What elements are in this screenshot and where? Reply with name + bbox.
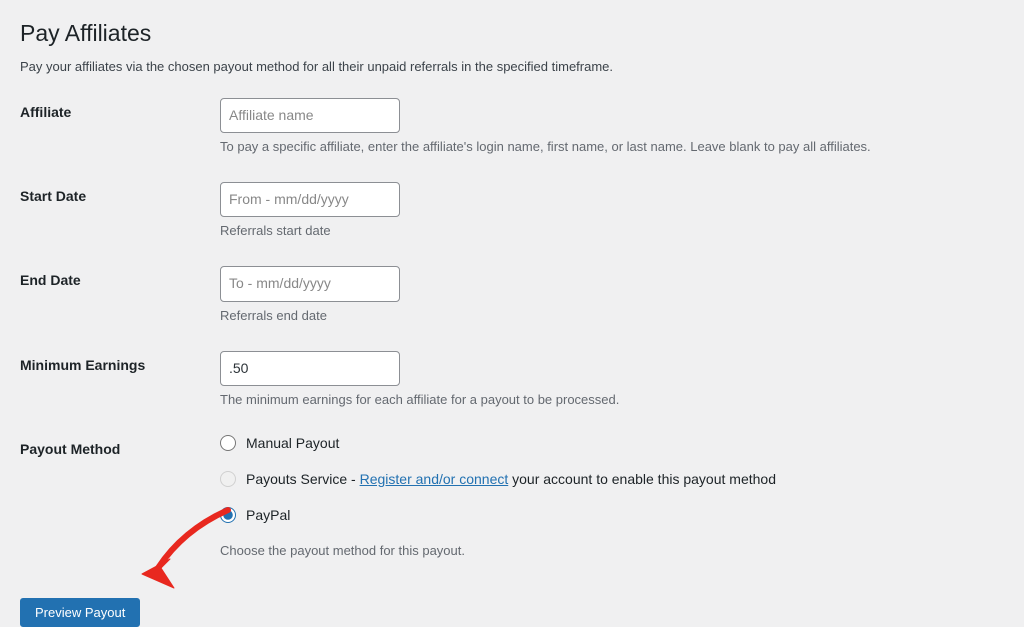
minimum-earnings-description: The minimum earnings for each affiliate … [220,392,1004,407]
affiliate-input[interactable] [220,98,400,133]
payouts-service-suffix: your account to enable this payout metho… [508,471,776,487]
radio-disabled-icon [220,471,236,487]
payouts-service-link[interactable]: Register and/or connect [360,471,509,487]
start-date-input[interactable] [220,182,400,217]
affiliate-description: To pay a specific affiliate, enter the a… [220,139,1004,154]
radio-payouts-service: Payouts Service - Register and/or connec… [220,471,1004,487]
preview-payout-button[interactable]: Preview Payout [20,598,140,627]
radio-manual-input[interactable] [220,435,236,451]
radio-manual-label: Manual Payout [246,435,339,451]
minimum-earnings-label: Minimum Earnings [20,351,220,373]
end-date-input[interactable] [220,266,400,301]
radio-paypal-label: PayPal [246,507,290,523]
affiliate-label: Affiliate [20,98,220,120]
payouts-service-prefix: Payouts Service - [246,471,360,487]
payout-method-label: Payout Method [20,435,220,457]
radio-paypal[interactable]: PayPal [220,507,1004,523]
payout-method-description: Choose the payout method for this payout… [220,543,1004,558]
radio-paypal-input[interactable] [220,507,236,523]
radio-manual-payout[interactable]: Manual Payout [220,435,1004,451]
page-title: Pay Affiliates [20,20,1004,47]
start-date-description: Referrals start date [220,223,1004,238]
end-date-label: End Date [20,266,220,288]
start-date-label: Start Date [20,182,220,204]
end-date-description: Referrals end date [220,308,1004,323]
page-description: Pay your affiliates via the chosen payou… [20,59,1004,74]
minimum-earnings-input[interactable] [220,351,400,386]
